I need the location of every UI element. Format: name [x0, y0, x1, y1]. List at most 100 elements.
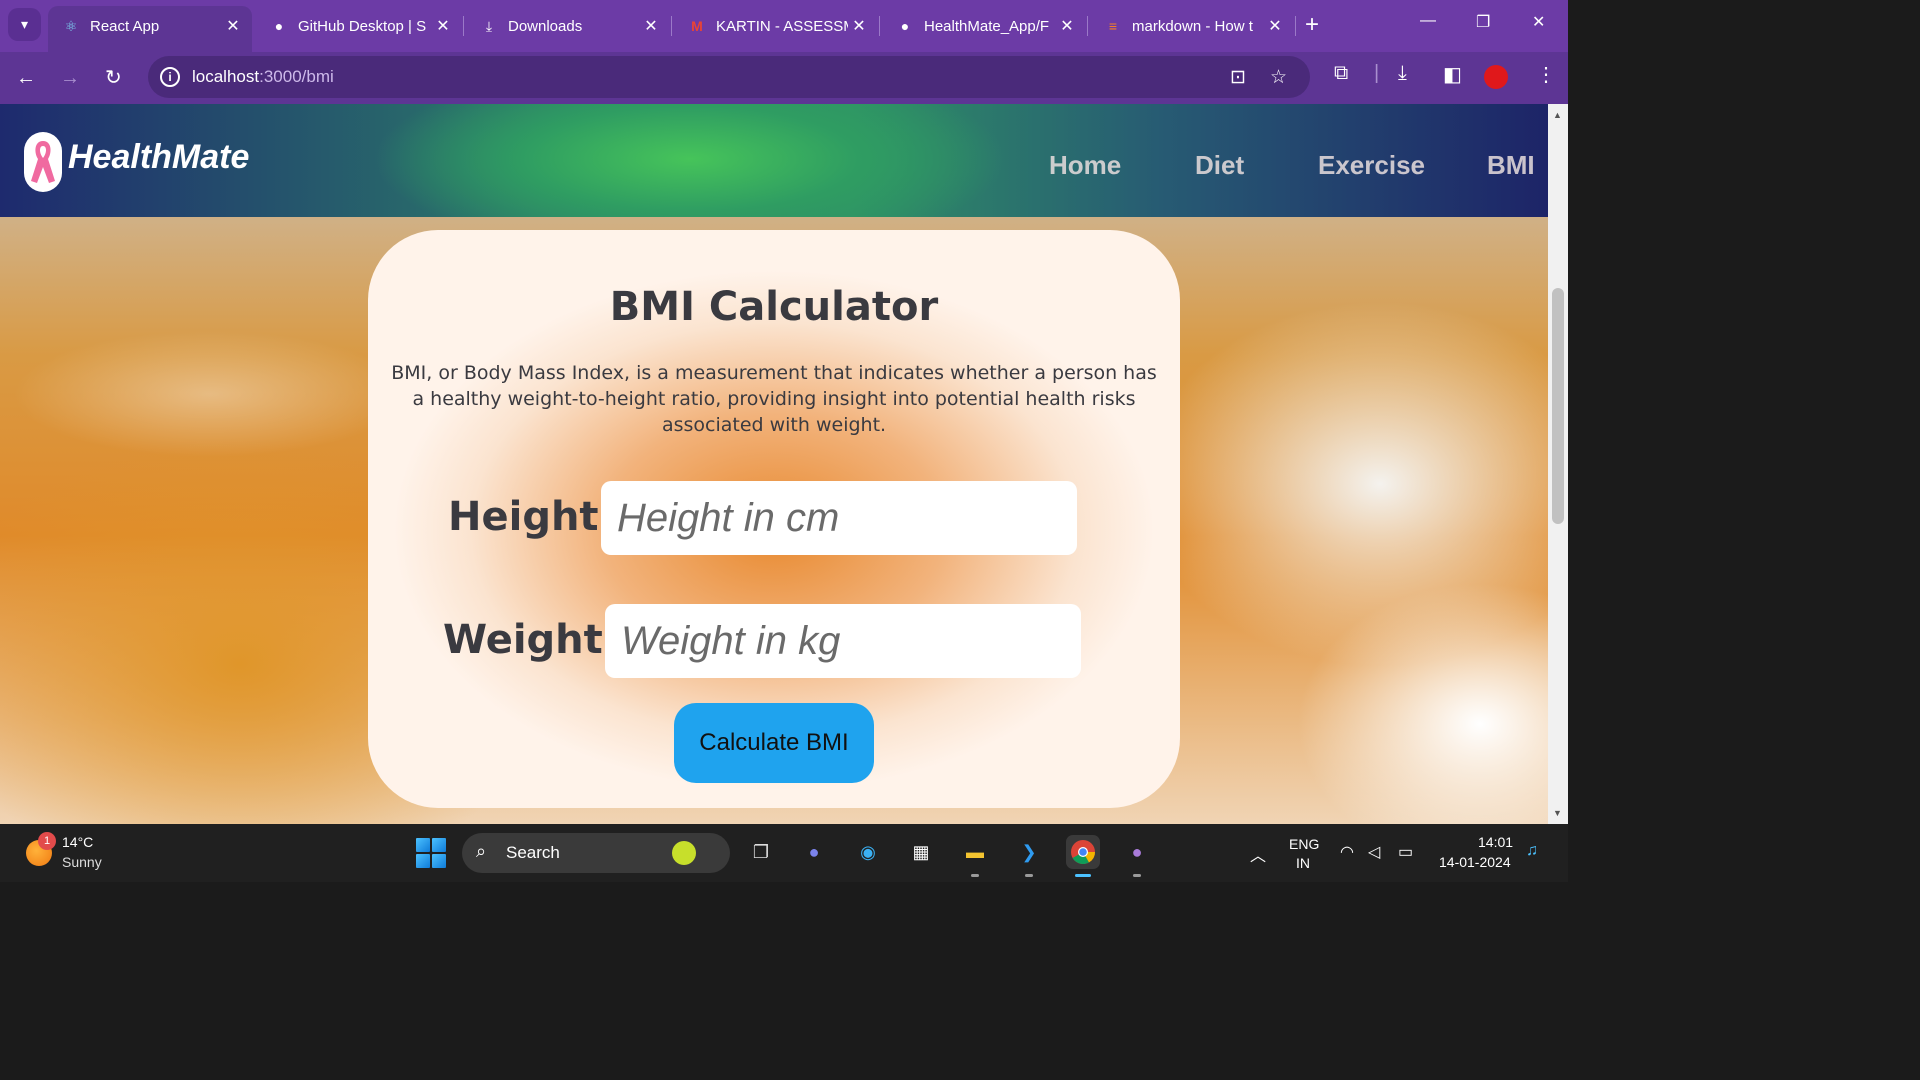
close-icon[interactable]: ✕ — [1056, 16, 1078, 36]
battery-icon[interactable]: ▭ — [1398, 842, 1413, 862]
kebab-menu-icon[interactable]: ⋮ — [1536, 62, 1556, 87]
github-desktop-icon[interactable]: ● — [1120, 835, 1154, 869]
nav-link-bmi[interactable]: BMI — [1487, 150, 1535, 181]
tab-gmail[interactable]: M KARTIN - ASSESSM ✕ — [674, 8, 878, 44]
running-indicator — [1025, 874, 1033, 877]
wifi-icon[interactable]: ◠ — [1340, 842, 1354, 862]
brand-name[interactable]: HealthMate — [68, 138, 249, 177]
toolbar-divider: | — [1374, 62, 1380, 84]
weight-label: Weight: — [443, 617, 619, 663]
weather-temperature[interactable]: 14°C — [62, 834, 93, 850]
plus-icon: + — [1305, 11, 1320, 38]
weight-input[interactable] — [605, 604, 1081, 678]
weather-condition[interactable]: Sunny — [62, 854, 102, 870]
close-icon: ✕ — [1532, 14, 1546, 31]
calculate-bmi-button[interactable]: Calculate BMI — [674, 703, 874, 783]
close-icon[interactable]: ✕ — [640, 16, 662, 36]
reload-button[interactable]: ↻ — [105, 66, 122, 90]
running-indicator — [1133, 874, 1141, 877]
restore-icon: ❐ — [1476, 14, 1491, 31]
tab-stackoverflow[interactable]: ≡ markdown - How t ✕ — [1090, 8, 1294, 44]
tab-search-button[interactable]: ▾ — [8, 8, 41, 41]
extensions-icon[interactable]: ⧉ — [1334, 62, 1348, 85]
nav-link-diet[interactable]: Diet — [1195, 150, 1244, 181]
ribbon-logo-icon — [24, 132, 62, 192]
install-app-icon[interactable]: ⊡ — [1230, 66, 1246, 89]
tab-github-desktop[interactable]: ● GitHub Desktop | S ✕ — [256, 8, 462, 44]
close-icon[interactable]: ✕ — [432, 16, 454, 36]
minimize-icon: — — [1420, 12, 1436, 29]
tab-react-app[interactable]: ⚛ React App ✕ — [48, 6, 252, 52]
restore-button[interactable]: ❐ — [1476, 12, 1490, 32]
scroll-down-icon[interactable]: ▼ — [1553, 808, 1562, 818]
vscode-icon[interactable]: ❯ — [1012, 835, 1046, 869]
file-explorer-icon[interactable]: ▬ — [958, 835, 992, 869]
chrome-icon[interactable] — [1066, 835, 1100, 869]
reload-icon: ↻ — [105, 67, 122, 89]
height-input[interactable] — [601, 481, 1077, 555]
start-button[interactable] — [416, 838, 446, 868]
stackoverflow-icon: ≡ — [1108, 18, 1118, 34]
region-indicator[interactable]: IN — [1296, 855, 1310, 871]
active-indicator — [1075, 874, 1091, 877]
nav-link-exercise[interactable]: Exercise — [1318, 150, 1425, 181]
running-indicator — [971, 874, 979, 877]
taskbar-search[interactable]: ⌕ Search — [462, 833, 730, 873]
tab-separator — [463, 16, 464, 36]
downloads-icon[interactable]: ⤓ — [1398, 62, 1407, 85]
url-path: :3000/bmi — [259, 67, 334, 86]
card-title: BMI Calculator — [609, 284, 939, 330]
side-panel-icon[interactable]: ◧ — [1443, 62, 1462, 87]
teams-icon[interactable]: ● — [797, 835, 831, 869]
close-icon[interactable]: ✕ — [848, 16, 870, 36]
tab-separator — [1087, 16, 1088, 36]
tab-separator — [671, 16, 672, 36]
react-icon: ⚛ — [64, 17, 78, 34]
bmi-description: BMI, or Body Mass Index, is a measuremen… — [391, 362, 1157, 436]
tab-title: markdown - How t — [1132, 17, 1253, 35]
arrow-left-icon: ← — [16, 67, 36, 89]
edge-icon[interactable]: ◉ — [851, 835, 885, 869]
clock-time[interactable]: 14:01 — [1478, 834, 1513, 850]
tennis-ball-icon — [672, 841, 696, 865]
close-window-button[interactable]: ✕ — [1532, 12, 1545, 32]
height-label: Height: — [448, 494, 615, 540]
tab-title: Downloads — [508, 17, 583, 35]
search-icon: ⌕ — [476, 841, 487, 861]
close-icon[interactable]: ✕ — [1264, 16, 1286, 36]
clock-date[interactable]: 14-01-2024 — [1439, 854, 1511, 870]
language-indicator[interactable]: ENG — [1289, 836, 1319, 852]
url-text[interactable]: localhost:3000/bmi — [192, 67, 334, 87]
chevron-up-icon[interactable]: ︿ — [1250, 842, 1266, 866]
tab-downloads[interactable]: ⤓ Downloads ✕ — [466, 8, 670, 44]
nav-link-home[interactable]: Home — [1049, 150, 1121, 181]
microsoft-store-icon[interactable]: ▦ — [904, 835, 938, 869]
notification-bell-icon[interactable]: ♫ — [1526, 842, 1538, 860]
site-info-icon[interactable]: i — [160, 67, 180, 87]
profile-avatar[interactable] — [1484, 65, 1508, 89]
download-icon: ⤓ — [485, 17, 493, 34]
tab-healthmate-repo[interactable]: ● HealthMate_App/F ✕ — [882, 8, 1086, 44]
task-view-icon[interactable]: ❐ — [744, 835, 778, 869]
tab-title: HealthMate_App/F — [924, 17, 1050, 35]
forward-button[interactable]: → — [60, 66, 80, 90]
scroll-thumb[interactable] — [1552, 288, 1564, 524]
tab-strip: ▾ ⚛ React App ✕ ● GitHub Desktop | S ✕ ⤓… — [0, 0, 1568, 52]
minimize-button[interactable]: — — [1420, 12, 1436, 30]
tab-title: GitHub Desktop | S — [298, 17, 427, 35]
windows-taskbar: 1 14°C Sunny ⌕ Search ❐ ● ◉ ▦ ▬ ❯ ● ︿ EN… — [0, 824, 1568, 882]
scroll-up-icon[interactable]: ▲ — [1553, 110, 1562, 120]
windows-logo-icon — [416, 838, 430, 852]
volume-icon[interactable]: ◁ — [1368, 842, 1380, 862]
new-tab-button[interactable]: + — [1305, 10, 1319, 40]
bookmark-star-icon[interactable]: ☆ — [1270, 66, 1287, 89]
address-bar[interactable]: i localhost:3000/bmi ⊡ ☆ — [148, 56, 1310, 98]
close-icon[interactable]: ✕ — [222, 16, 244, 36]
back-button[interactable]: ← — [16, 66, 36, 90]
bmi-calculator-card: BMI Calculator BMI, or Body Mass Index, … — [368, 230, 1180, 808]
github-icon: ● — [900, 18, 910, 34]
github-icon: ● — [274, 18, 284, 34]
tab-title: KARTIN - ASSESSM — [716, 17, 848, 35]
page-viewport: HealthMate Home Diet Exercise BMI BMI Ca… — [0, 104, 1548, 824]
page-scrollbar[interactable]: ▲ ▼ — [1548, 104, 1568, 824]
